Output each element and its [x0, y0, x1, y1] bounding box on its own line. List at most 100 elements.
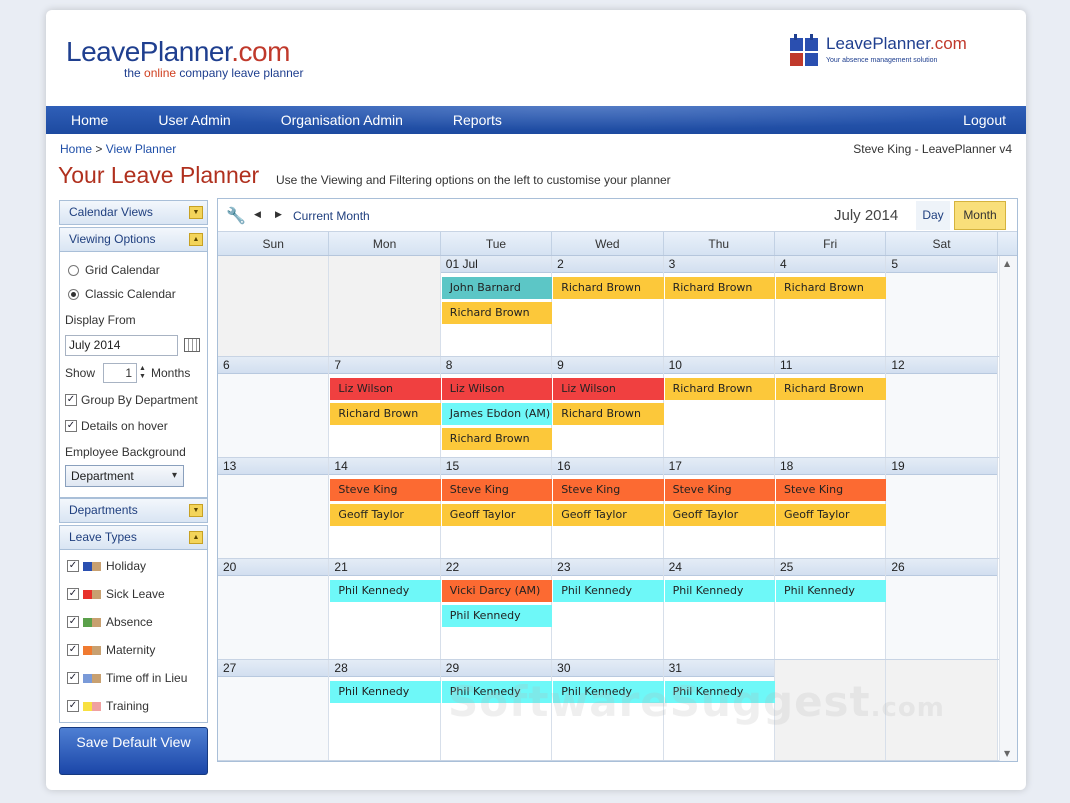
leave-event[interactable]: John Barnard [441, 277, 553, 299]
leave-event[interactable]: Phil Kennedy [441, 681, 553, 703]
collapse-arrow-icon[interactable]: ▲ [189, 531, 203, 544]
details-on-hover-checkbox[interactable]: ✓ [65, 420, 77, 432]
spinner-arrows-icon[interactable]: ▲ ▼ [139, 365, 146, 381]
leave-event[interactable]: Richard Brown [664, 277, 775, 299]
leave-types-panel-header[interactable]: Leave Types ▲ [59, 525, 208, 550]
departments-panel-header[interactable]: Departments ▼ [59, 498, 208, 523]
calendar-day-cell[interactable]: 31 [663, 660, 775, 760]
leave-event[interactable]: Liz Wilson [330, 378, 441, 400]
nav-home[interactable]: Home [71, 112, 108, 128]
leave-event[interactable]: Geoff Taylor [776, 504, 887, 526]
classic-calendar-option[interactable]: Classic Calendar [65, 282, 202, 306]
leave-event[interactable]: Steve King [441, 479, 553, 501]
calendar-day-cell[interactable]: 27 [218, 660, 330, 760]
leave-type-checkbox[interactable]: ✓ [67, 672, 79, 684]
leave-event[interactable]: Richard Brown [441, 302, 553, 324]
leave-event[interactable]: Phil Kennedy [664, 681, 775, 703]
leave-type-item[interactable]: ✓ Absence [65, 608, 202, 636]
expand-arrow-icon[interactable]: ▼ [189, 504, 203, 517]
leave-event[interactable]: Steve King [776, 479, 887, 501]
display-from-input[interactable]: July 2014 [65, 334, 178, 356]
leave-event[interactable]: Richard Brown [664, 378, 775, 400]
leave-type-item[interactable]: ✓ Sick Leave [65, 580, 202, 608]
nav-logout[interactable]: Logout [963, 112, 1006, 128]
leave-type-item[interactable]: ✓ Holiday [65, 552, 202, 580]
leave-type-checkbox[interactable]: ✓ [67, 616, 79, 628]
leave-event[interactable]: Richard Brown [330, 403, 441, 425]
leave-event[interactable]: Phil Kennedy [330, 580, 441, 602]
leave-event[interactable]: Phil Kennedy [553, 681, 664, 703]
leave-event[interactable]: Steve King [664, 479, 775, 501]
expand-arrow-icon[interactable]: ▼ [189, 206, 203, 219]
calendar-day-cell[interactable]: 29 [440, 660, 553, 760]
leave-event[interactable]: Richard Brown [776, 277, 887, 299]
calendar-day-cell[interactable]: 6 [218, 357, 330, 457]
collapse-arrow-icon[interactable]: ▲ [189, 233, 203, 246]
leave-type-item[interactable]: ✓ Maternity [65, 636, 202, 664]
leave-event[interactable]: Richard Brown [553, 403, 664, 425]
leave-type-item[interactable]: ✓ Time off in Lieu [65, 664, 202, 692]
scroll-down-icon[interactable]: ▼ [1004, 749, 1010, 758]
calendar-day-cell[interactable]: 24 [663, 559, 775, 659]
nav-user-admin[interactable]: User Admin [158, 112, 230, 128]
scroll-up-icon[interactable]: ▲ [1004, 259, 1010, 268]
leave-event[interactable]: Phil Kennedy [664, 580, 775, 602]
viewing-options-panel-header[interactable]: Viewing Options ▲ [59, 227, 208, 252]
group-by-department-option[interactable]: ✓ Group By Department [65, 387, 202, 413]
months-count-input[interactable]: 1 [103, 363, 138, 383]
calendar-day-cell[interactable]: 3 [663, 256, 775, 356]
calendar-day-cell[interactable] [329, 256, 441, 356]
next-arrow-icon[interactable]: ▶ [275, 209, 282, 220]
calendar-day-cell[interactable]: 30 [552, 660, 664, 760]
grid-calendar-option[interactable]: Grid Calendar [65, 258, 202, 282]
details-on-hover-option[interactable]: ✓ Details on hover [65, 413, 202, 439]
leave-type-checkbox[interactable]: ✓ [67, 560, 79, 572]
calendar-scrollbar[interactable]: ▲ ▼ [999, 256, 1017, 761]
leave-type-checkbox[interactable]: ✓ [67, 588, 79, 600]
calendar-day-cell[interactable] [886, 660, 998, 760]
leave-event[interactable]: Phil Kennedy [553, 580, 664, 602]
employee-background-select[interactable]: Department [65, 465, 184, 487]
save-default-view-button[interactable]: Save Default View [59, 727, 208, 775]
calendar-day-cell[interactable]: 12 [886, 357, 998, 457]
calendar-day-cell[interactable]: 11 [774, 357, 887, 457]
wrench-icon[interactable]: 🔧 [226, 206, 246, 226]
calendar-day-cell[interactable]: 28 [329, 660, 441, 760]
calendar-day-cell[interactable]: 2 [552, 256, 664, 356]
leave-event[interactable]: Richard Brown [441, 428, 553, 450]
calendar-day-cell[interactable]: 13 [218, 458, 330, 558]
leave-event[interactable]: Geoff Taylor [441, 504, 553, 526]
calendar-day-cell[interactable]: 25 [774, 559, 887, 659]
calendar-day-cell[interactable]: 5 [886, 256, 998, 356]
leave-event[interactable]: Liz Wilson [441, 378, 553, 400]
prev-arrow-icon[interactable]: ◀ [254, 209, 261, 220]
calendar-day-cell[interactable]: 23 [552, 559, 664, 659]
leave-event[interactable]: James Ebdon (AM) [441, 403, 553, 425]
calendar-day-cell[interactable]: 21 [329, 559, 441, 659]
leave-event[interactable]: Steve King [553, 479, 664, 501]
day-view-button[interactable]: Day [916, 201, 950, 230]
leave-event[interactable]: Phil Kennedy [330, 681, 441, 703]
group-by-department-checkbox[interactable]: ✓ [65, 394, 77, 406]
calendar-day-cell[interactable]: 4 [774, 256, 887, 356]
nav-organisation-admin[interactable]: Organisation Admin [281, 112, 403, 128]
leave-event[interactable]: Richard Brown [776, 378, 887, 400]
leave-event[interactable]: Vicki Darcy (AM) [441, 580, 553, 602]
leave-event[interactable]: Liz Wilson [553, 378, 664, 400]
leave-event[interactable]: Geoff Taylor [330, 504, 441, 526]
month-view-button[interactable]: Month [954, 201, 1006, 230]
leave-event[interactable]: Steve King [330, 479, 441, 501]
leave-event[interactable]: Geoff Taylor [664, 504, 775, 526]
calendar-views-panel-header[interactable]: Calendar Views ▼ [59, 200, 208, 225]
nav-reports[interactable]: Reports [453, 112, 502, 128]
leave-type-checkbox[interactable]: ✓ [67, 644, 79, 656]
calendar-day-cell[interactable] [218, 256, 330, 356]
leave-event[interactable]: Richard Brown [553, 277, 664, 299]
leave-event[interactable]: Phil Kennedy [776, 580, 887, 602]
calendar-day-cell[interactable]: 20 [218, 559, 330, 659]
leave-type-checkbox[interactable]: ✓ [67, 700, 79, 712]
breadcrumb-view-planner[interactable]: View Planner [106, 142, 177, 156]
leave-type-item[interactable]: ✓ Training [65, 692, 202, 720]
leave-event[interactable]: Phil Kennedy [441, 605, 553, 627]
current-month-link[interactable]: Current Month [293, 209, 370, 223]
